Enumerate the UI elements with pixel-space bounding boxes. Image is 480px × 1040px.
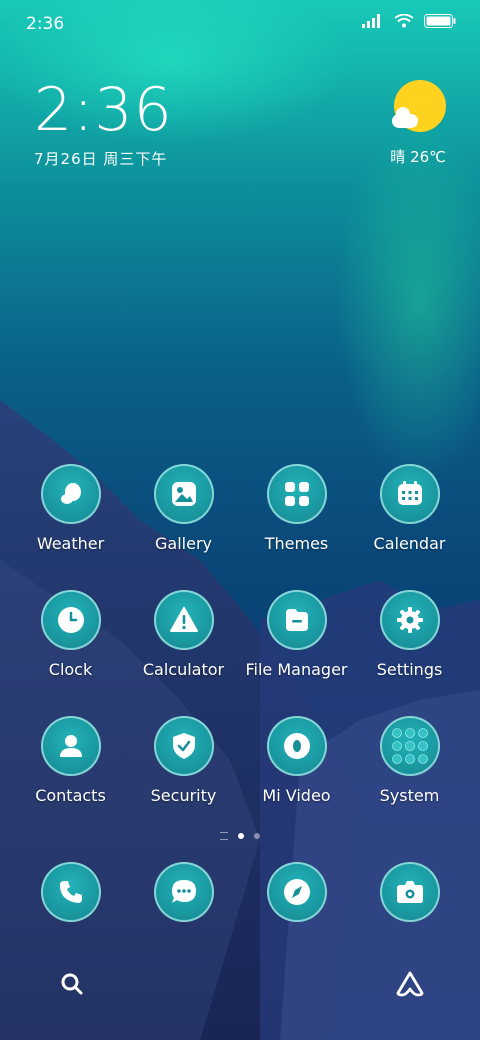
battery-icon: [424, 14, 456, 28]
app-label: Mi Video: [262, 786, 331, 805]
app-label: Weather: [36, 534, 105, 553]
dock-browser[interactable]: [240, 862, 353, 922]
phone-icon: [40, 862, 101, 922]
app-weather[interactable]: Weather: [14, 464, 127, 553]
dock: [14, 862, 466, 924]
app-label: Themes: [264, 534, 329, 553]
gear-icon: [379, 590, 440, 650]
warning-icon: [153, 590, 214, 650]
themes-icon: [266, 464, 327, 524]
contacts-icon: [40, 716, 101, 776]
messages-icon: [153, 862, 214, 922]
app-calendar[interactable]: Calendar: [353, 464, 466, 553]
app-file-manager[interactable]: File Manager: [240, 590, 353, 679]
dock-messages[interactable]: [127, 862, 240, 922]
app-security[interactable]: Security: [127, 716, 240, 805]
app-label: System: [379, 786, 440, 805]
app-contacts[interactable]: Contacts: [14, 716, 127, 805]
folder-grid-icon: [379, 716, 440, 776]
app-system-folder[interactable]: System: [353, 716, 466, 805]
dock-camera[interactable]: [353, 862, 466, 922]
status-time: 2:36: [26, 14, 65, 34]
assistant-icon[interactable]: [396, 971, 424, 997]
status-bar: 2:36: [0, 0, 480, 50]
shield-icon: [153, 716, 214, 776]
app-label: Calculator: [142, 660, 225, 679]
app-label: Gallery: [155, 534, 212, 553]
weather-text: 晴 26℃: [390, 148, 446, 166]
app-themes[interactable]: Themes: [240, 464, 353, 553]
app-label: Settings: [376, 660, 443, 679]
app-mi-video[interactable]: Mi Video: [240, 716, 353, 805]
weather-icon: [40, 464, 101, 524]
app-label: Contacts: [35, 786, 106, 805]
folder-icon: [266, 590, 327, 650]
camera-icon: [379, 862, 440, 922]
app-gallery[interactable]: Gallery: [127, 464, 240, 553]
minus-one-screen-indicator: [220, 832, 228, 840]
page-dot-active: [238, 833, 244, 839]
app-label: Calendar: [373, 534, 446, 553]
app-label: Clock: [48, 660, 93, 679]
app-label: Security: [150, 786, 217, 805]
app-settings[interactable]: Settings: [353, 590, 466, 679]
video-icon: [266, 716, 327, 776]
big-clock-time: 2:36: [34, 75, 173, 145]
calendar-icon: [379, 464, 440, 524]
search-icon[interactable]: [60, 972, 84, 996]
cloud-icon: [392, 107, 418, 128]
clock-widget[interactable]: 2:36 7月26日 周三下午: [34, 78, 173, 169]
page-dot: [254, 833, 260, 839]
page-indicator[interactable]: [0, 832, 480, 840]
app-calculator[interactable]: Calculator: [127, 590, 240, 679]
signal-icon: [362, 14, 380, 28]
date-text: 7月26日 周三下午: [34, 150, 168, 168]
clock-icon: [40, 590, 101, 650]
compass-icon: [266, 862, 327, 922]
gallery-icon: [153, 464, 214, 524]
dock-phone[interactable]: [14, 862, 127, 922]
app-label: File Manager: [245, 660, 348, 679]
app-clock[interactable]: Clock: [14, 590, 127, 679]
wifi-icon: [394, 14, 414, 28]
search-bar[interactable]: [40, 954, 440, 1012]
